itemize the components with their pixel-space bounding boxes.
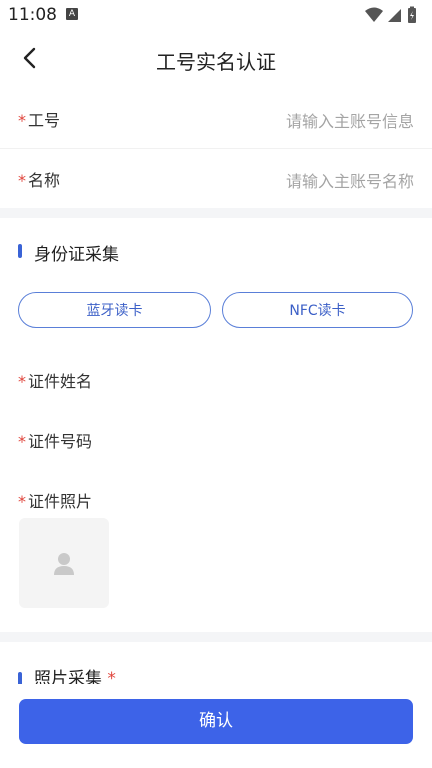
name-label-text: 名称 — [28, 171, 61, 190]
name-row[interactable]: * 名称 请输入主账号名称 — [0, 149, 432, 207]
bluetooth-read-button[interactable]: 蓝牙读卡 — [18, 292, 211, 328]
page-title: 工号实名认证 — [156, 50, 276, 74]
status-time: 11:08 — [8, 5, 57, 25]
confirm-button[interactable]: 确认 — [19, 699, 413, 744]
nav-bar: 工号实名认证 — [0, 30, 432, 88]
person-placeholder-icon — [54, 553, 74, 575]
name-input[interactable]: 请输入主账号名称 — [286, 168, 414, 192]
id-number-label: * 证件号码 — [18, 428, 92, 452]
required-mark: * — [18, 171, 26, 190]
job-id-label-text: 工号 — [28, 111, 61, 130]
id-number-row: * 证件号码 — [0, 410, 432, 468]
signal-icon — [388, 9, 401, 22]
required-mark: * — [18, 111, 26, 130]
id-name-row: * 证件姓名 — [0, 350, 432, 408]
notification-icon: A — [66, 8, 78, 20]
id-number-label-text: 证件号码 — [28, 432, 93, 451]
job-id-input[interactable]: 请输入主账号信息 — [286, 108, 414, 132]
nfc-read-button[interactable]: NFC读卡 — [222, 292, 413, 328]
wifi-icon — [365, 7, 383, 22]
id-photo-label: * 证件照片 — [18, 488, 92, 512]
id-name-label-text: 证件姓名 — [28, 372, 93, 391]
required-mark: * — [18, 432, 26, 451]
job-id-label: * 工号 — [18, 107, 60, 131]
system-status-icons — [365, 6, 416, 23]
id-name-label: * 证件姓名 — [18, 368, 92, 392]
required-mark: * — [18, 372, 26, 391]
section-marker — [18, 244, 22, 258]
id-photo-placeholder[interactable] — [19, 518, 109, 608]
id-section-title: 身份证采集 — [34, 245, 119, 265]
id-photo-label-text: 证件照片 — [28, 492, 93, 511]
bottom-bar: 确认 — [0, 684, 432, 768]
section-gap — [0, 632, 432, 642]
name-label: * 名称 — [18, 167, 60, 191]
job-id-row[interactable]: * 工号 请输入主账号信息 — [0, 89, 432, 147]
status-bar: 11:08 A — [0, 0, 432, 30]
section-gap — [0, 208, 432, 218]
required-mark: * — [18, 492, 26, 511]
